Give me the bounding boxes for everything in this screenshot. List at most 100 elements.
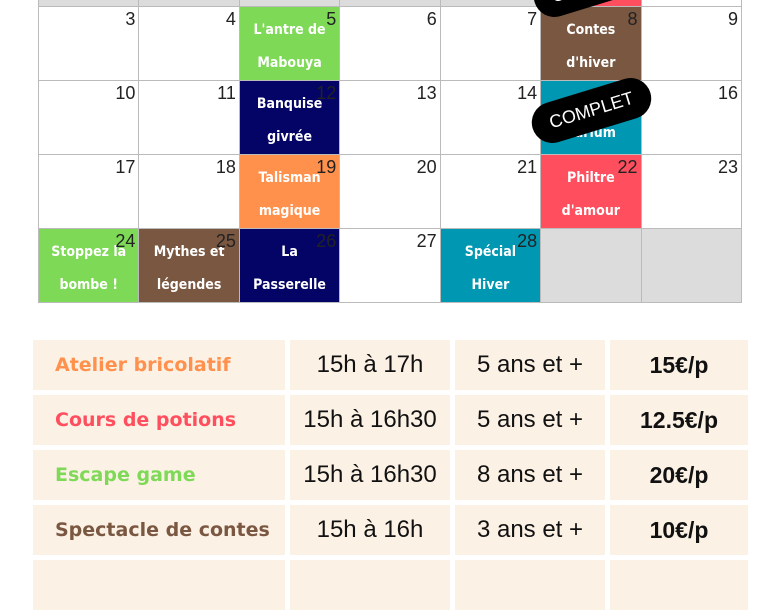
calendar-day: 9: [641, 7, 742, 81]
day-number: 12: [316, 83, 337, 103]
table-row: Escape game 15h à 16h30 8 ans et +20€/p: [33, 450, 748, 500]
calendar-day: 21: [440, 155, 542, 229]
event-line: givrée: [267, 129, 312, 146]
age-cell: [455, 560, 605, 610]
event-line: Hiver: [471, 277, 510, 294]
calendar-day: Banquise givrée 12: [239, 81, 341, 155]
age-cell: 5 ans et +: [455, 340, 605, 390]
event-line: La: [281, 243, 298, 260]
day-number: 26: [316, 231, 337, 251]
calendar-day: [139, 0, 240, 7]
event-label: L'antre de Mabouya: [240, 13, 339, 80]
day-number: 21: [517, 157, 538, 177]
day-number: 5: [326, 9, 337, 29]
day-number: 20: [416, 157, 437, 177]
day-number: 6: [426, 9, 437, 29]
time-cell: 15h à 16h: [290, 505, 450, 555]
calendar-day: 13: [340, 81, 441, 155]
calendar-day: Talisman magique 19: [239, 155, 341, 229]
calendar-day: Philtre d'amour 22: [541, 155, 642, 229]
activity-name: Escape game: [33, 450, 285, 500]
day-number: 22: [617, 157, 638, 177]
price-cell: 15€/p: [610, 340, 748, 390]
day-number: 8: [627, 9, 638, 29]
age-cell: 8 ans et +: [455, 450, 605, 500]
day-number: 17: [115, 157, 136, 177]
event-line: Spécial: [464, 243, 517, 260]
day-number: 7: [527, 9, 538, 29]
day-number: 13: [416, 83, 437, 103]
day-number: 9: [727, 9, 738, 29]
event-line: légendes: [156, 277, 222, 294]
calendar-day: 20: [340, 155, 441, 229]
day-number: 14: [517, 83, 538, 103]
event-line: Talisman: [258, 169, 321, 186]
day-number: 4: [225, 9, 236, 29]
calendar-day: [239, 0, 341, 7]
calendar-day: 7: [440, 7, 542, 81]
event-line: Banquise: [256, 95, 323, 112]
calendar-grid: 3 4 L'antre de Mabouya 5 6 7 Contes d'hiver 8 9 10 1…: [38, 0, 742, 303]
event-line: d'hiver: [566, 55, 616, 72]
day-number: 10: [115, 83, 136, 103]
day-number: 28: [517, 231, 538, 251]
activity-name: Atelier bricolatif: [33, 340, 285, 390]
age-cell: 3 ans et +: [455, 505, 605, 555]
calendar-day: Mythes et légendes 25: [139, 229, 240, 303]
calendar-day: 11: [139, 81, 240, 155]
calendar-day: L'antre de Mabouya 5: [239, 7, 341, 81]
calendar-day: 10: [39, 81, 140, 155]
event-line: Passerelle: [253, 277, 326, 294]
activities-table: Atelier bricolatif 15h à 17h 5 ans et +15€…: [33, 340, 748, 615]
event-line: L'antre de: [253, 21, 326, 38]
calendar-day: 4: [139, 7, 240, 81]
table-row: Spectacle de contes 15h à 16h 3 ans et +10…: [33, 505, 748, 555]
calendar-day: Stoppez la bombe ! 24: [39, 229, 140, 303]
age-cell: 5 ans et +: [455, 395, 605, 445]
event-line: d'amour: [561, 203, 621, 220]
price-cell: 20€/p: [610, 450, 748, 500]
calendar-day: 23: [641, 155, 742, 229]
event-label: Contes d'hiver: [541, 13, 640, 80]
calendar-day: [641, 229, 742, 303]
calendar-day: [340, 0, 441, 7]
activity-name: Spectacle de contes: [33, 505, 285, 555]
price-cell: 10€/p: [610, 505, 748, 555]
day-number: 11: [217, 83, 236, 103]
event-line: Contes: [566, 21, 616, 38]
event-line: Mythes et: [153, 243, 225, 260]
event-line: bombe !: [59, 277, 118, 294]
calendar-day: 14: [440, 81, 542, 155]
calendar-day: La Passerelle 26: [239, 229, 341, 303]
calendar-day: [641, 0, 742, 7]
day-number: 19: [316, 157, 337, 177]
event-line: Philtre: [567, 169, 615, 186]
day-number: 24: [115, 231, 136, 251]
calendar-day: Spécial Hiver 28: [440, 229, 542, 303]
calendar-day: 16: [641, 81, 742, 155]
table-row: Atelier bricolatif 15h à 17h 5 ans et +15€…: [33, 340, 748, 390]
event-line: magique: [258, 203, 321, 220]
day-number: 23: [717, 157, 738, 177]
time-cell: [290, 560, 450, 610]
day-number: 27: [416, 231, 437, 251]
activity-name: Cours de potions: [33, 395, 285, 445]
time-cell: 15h à 16h30: [290, 450, 450, 500]
table-row: [33, 560, 748, 610]
activity-name: [33, 560, 285, 610]
day-number: 25: [215, 231, 236, 251]
calendar-day: [39, 0, 140, 7]
calendar-day: [541, 229, 642, 303]
calendar-day: Contes d'hiver 8: [541, 7, 642, 81]
day-number: 16: [717, 83, 738, 103]
price-cell: [610, 560, 748, 610]
calendar-day: 3: [39, 7, 140, 81]
calendar-day: 18: [139, 155, 240, 229]
price-cell: 12.5€/p: [610, 395, 748, 445]
event-line: Mabouya: [257, 55, 322, 72]
time-cell: 15h à 16h30: [290, 395, 450, 445]
calendar-day: 27: [340, 229, 441, 303]
calendar-day: [440, 0, 542, 7]
calendar-day: 6: [340, 7, 441, 81]
table-row: Cours de potions 15h à 16h30 5 ans et +12.…: [33, 395, 748, 445]
